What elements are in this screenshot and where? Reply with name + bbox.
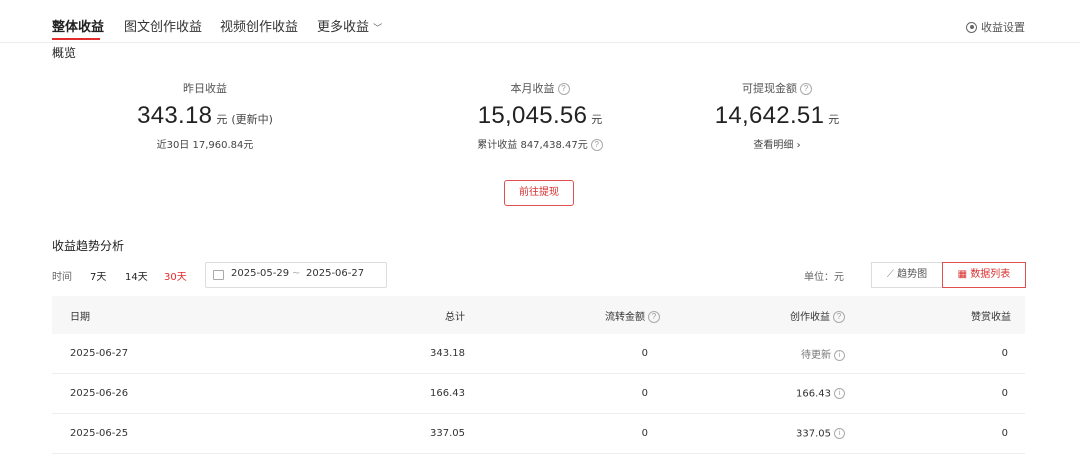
cell-creation: 337.05 i [660, 413, 845, 454]
withdraw-button[interactable]: 前往提现 [504, 180, 574, 206]
withdrawable-unit: 元 [828, 113, 840, 126]
info-icon[interactable]: i [834, 387, 845, 399]
trend-title: 收益趋势分析 [52, 239, 125, 253]
month-value: 15,045.56 [477, 102, 588, 129]
yesterday-label: 昨日收益 [183, 82, 227, 95]
header-flow-label: 流转金额 [605, 311, 645, 323]
info-icon[interactable]: i [834, 427, 845, 439]
chevron-down-icon: ﹀ [373, 24, 383, 34]
earnings-table: 日期 总计 流转金额? 创作收益? 赞赏收益 2025-06-27 343.18… [52, 296, 1025, 454]
table-header-row: 日期 总计 流转金额? 创作收益? 赞赏收益 [52, 296, 1025, 334]
tab-more-label: 更多收益 [317, 20, 370, 35]
month-earnings-card: 本月收益? 15,045.56 元 累计收益 847,438.47元? [435, 80, 645, 151]
data-list-view-button[interactable]: ▦ 数据列表 [942, 262, 1026, 288]
cell-tips: 0 [845, 334, 1025, 374]
view-details-label: 查看明细 [753, 140, 794, 151]
line-chart-icon: ⟋ [886, 269, 894, 280]
header-tips: 赞赏收益 [845, 296, 1025, 334]
view-details-link[interactable]: 查看明细 › [672, 136, 882, 151]
cell-creation-value: 337.05 [796, 428, 831, 440]
header-creation-label: 创作收益 [790, 311, 830, 323]
range-14-days[interactable]: 14天 [125, 268, 148, 283]
cell-tips: 0 [845, 373, 1025, 414]
cell-date: 2025-06-25 [52, 413, 320, 454]
time-label: 时间 [52, 272, 72, 283]
header-creation: 创作收益? [660, 296, 845, 334]
yesterday-value: 343.18 [137, 102, 213, 129]
cell-creation-value: 待更新 [801, 350, 831, 361]
date-range-picker[interactable]: 2025-05-29 ~ 2025-06-27 [205, 262, 387, 288]
active-tab-indicator [52, 38, 100, 40]
header-flow: 流转金额? [465, 296, 660, 334]
cumulative-value: 847,438.47元 [520, 140, 588, 151]
trend-chart-view-button[interactable]: ⟋ 趋势图 [871, 262, 943, 288]
withdrawable-value: 14,642.51 [714, 102, 825, 129]
cell-tips: 0 [845, 413, 1025, 454]
yesterday-sub-value: 17,960.84元 [192, 140, 254, 151]
cell-date: 2025-06-27 [52, 334, 320, 374]
yesterday-earnings-card: 昨日收益 343.18 元 (更新中) 近30日 17,960.84元 [100, 80, 310, 151]
help-icon[interactable]: ? [590, 139, 603, 151]
tab-article-earnings[interactable]: 图文创作收益 [124, 16, 202, 35]
table-row: 2025-06-27 343.18 0 待更新 i 0 [52, 334, 1025, 374]
calendar-icon [213, 270, 224, 280]
tab-overall-earnings[interactable]: 整体收益 [52, 16, 104, 35]
withdrawable-label: 可提现金额 [742, 82, 797, 95]
withdrawable-card: 可提现金额? 14,642.51 元 查看明细 › [672, 80, 882, 151]
unit-label: 单位：元 [804, 272, 844, 283]
cumulative-label: 累计收益 [477, 140, 518, 151]
table-row: 2025-06-25 337.05 0 337.05 i 0 [52, 413, 1025, 454]
cell-flow: 0 [465, 334, 660, 374]
table-row: 2025-06-26 166.43 0 166.43 i 0 [52, 373, 1025, 414]
help-icon[interactable]: ? [800, 83, 812, 95]
tab-more-earnings[interactable]: 更多收益 ﹀ [317, 16, 382, 35]
info-icon[interactable]: i [834, 349, 845, 361]
header-date: 日期 [52, 296, 320, 334]
top-tab-bar: 整体收益 图文创作收益 视频创作收益 更多收益 ﹀ 收益设置 [0, 0, 1080, 43]
date-separator: ~ [292, 268, 301, 279]
tab-video-earnings[interactable]: 视频创作收益 [220, 16, 298, 35]
data-list-label: 数据列表 [970, 269, 1011, 280]
overview-title: 概览 [52, 46, 77, 60]
month-unit: 元 [591, 113, 603, 126]
header-total: 总计 [320, 296, 465, 334]
range-30-days[interactable]: 30天 [164, 268, 187, 283]
cell-total: 166.43 [320, 373, 465, 414]
cell-total: 337.05 [320, 413, 465, 454]
date-start: 2025-05-29 [231, 268, 290, 279]
cell-creation: 待更新 i [660, 334, 845, 374]
cell-creation-value: 166.43 [796, 388, 831, 400]
trend-chart-label: 趋势图 [897, 269, 928, 280]
yesterday-unit: 元 [216, 113, 228, 126]
chevron-right-icon: › [796, 140, 801, 151]
cell-creation: 166.43 i [660, 373, 845, 414]
cell-date: 2025-06-26 [52, 373, 320, 414]
settings-label: 收益设置 [981, 21, 1025, 34]
cell-total: 343.18 [320, 334, 465, 374]
cell-flow: 0 [465, 373, 660, 414]
help-icon[interactable]: ? [648, 310, 660, 323]
yesterday-status: (更新中) [231, 113, 273, 126]
help-icon[interactable]: ? [833, 310, 845, 323]
earnings-settings-button[interactable]: 收益设置 [966, 19, 1025, 35]
grid-icon: ▦ [957, 269, 968, 280]
range-7-days[interactable]: 7天 [90, 268, 106, 283]
settings-icon [966, 21, 977, 33]
cell-flow: 0 [465, 413, 660, 454]
yesterday-sub-label: 近30日 [156, 140, 190, 151]
date-end: 2025-06-27 [306, 268, 365, 279]
month-label: 本月收益 [510, 82, 555, 95]
help-icon[interactable]: ? [557, 83, 570, 95]
